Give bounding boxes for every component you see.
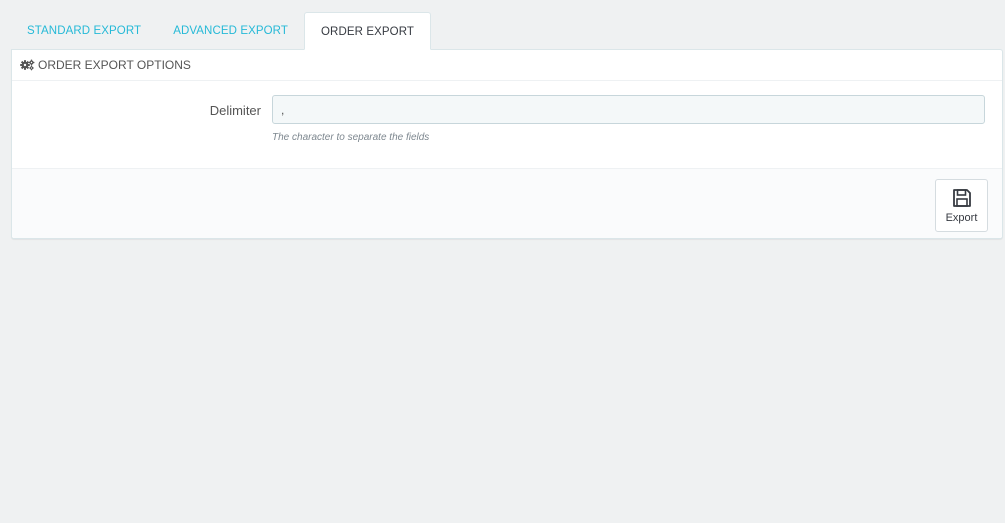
panel-footer: Export [12,168,1002,238]
tab-advanced-export[interactable]: ADVANCED EXPORT [157,12,304,50]
tab-order-export[interactable]: ORDER EXPORT [304,12,432,50]
panel-heading: ORDER EXPORT OPTIONS [12,50,1002,81]
delimiter-help-text: The character to separate the fields [272,132,430,143]
delimiter-input[interactable] [272,95,985,124]
cogs-icon [20,59,35,71]
export-button-label: Export [945,212,978,224]
panel-title: ORDER EXPORT OPTIONS [38,58,191,72]
export-button[interactable]: Export [935,179,988,232]
order-export-panel: ORDER EXPORT OPTIONS Delimiter The chara… [11,49,1003,239]
tab-bar: STANDARD EXPORT ADVANCED EXPORT ORDER EX… [11,12,432,50]
save-icon [951,187,973,209]
tab-standard-export[interactable]: STANDARD EXPORT [11,12,157,50]
delimiter-label: Delimiter [209,103,261,118]
